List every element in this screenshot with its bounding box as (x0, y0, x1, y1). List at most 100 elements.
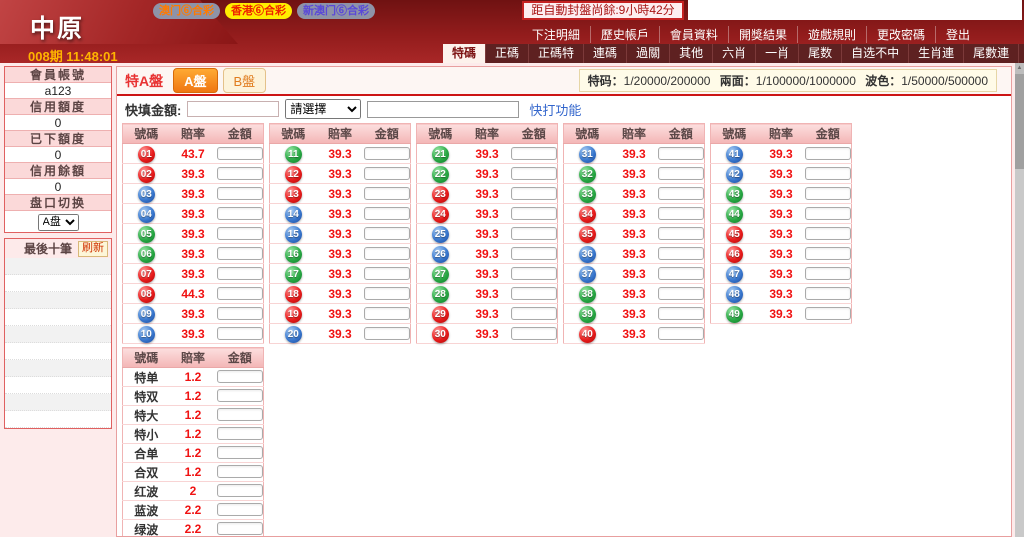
nav-link[interactable]: 登出 (936, 26, 980, 43)
game-tab[interactable]: 特碼 (443, 44, 487, 63)
scrollbar[interactable]: ▲ (1015, 63, 1024, 537)
lottery-ball-27: 27 (431, 266, 449, 283)
bet-amount-input[interactable] (657, 186, 704, 200)
lottery-badge[interactable]: 新澳门⑥合彩 (297, 3, 375, 19)
nav-link[interactable]: 開獎結果 (729, 26, 798, 43)
bet-amount-input[interactable] (216, 186, 263, 200)
bet-amount-input[interactable] (510, 206, 557, 220)
bet-amount-input[interactable] (363, 246, 410, 260)
bet-amount-input[interactable] (510, 246, 557, 260)
game-tab[interactable]: 六肖 (713, 44, 757, 63)
bet-amount-input[interactable] (216, 465, 263, 478)
bet-amount-input[interactable] (804, 286, 851, 300)
bet-amount-input[interactable] (363, 266, 410, 280)
bet-amount-input[interactable] (510, 226, 557, 240)
amount-cell (804, 243, 852, 264)
nav-link[interactable]: 遊戲規則 (798, 26, 867, 43)
bet-amount-input[interactable] (216, 166, 263, 180)
bet-amount-input[interactable] (216, 226, 263, 240)
game-tab[interactable]: 過關 (627, 44, 671, 63)
bet-amount-input[interactable] (216, 326, 263, 340)
game-tab[interactable]: 正碼特 (529, 44, 585, 63)
bet-amount-input[interactable] (510, 166, 557, 180)
bet-amount-input[interactable] (804, 266, 851, 280)
bet-amount-input[interactable] (363, 306, 410, 320)
bet-amount-input[interactable] (657, 326, 704, 340)
bet-amount-input[interactable] (657, 226, 704, 240)
bet-amount-input[interactable] (657, 286, 704, 300)
nav-link[interactable]: 下注明細 (522, 26, 591, 43)
game-tab[interactable]: 生肖連 (909, 44, 965, 63)
bet-amount-input[interactable] (216, 246, 263, 260)
bet-amount-input[interactable] (216, 408, 263, 421)
bet-amount-input[interactable] (510, 186, 557, 200)
bet-amount-input[interactable] (216, 306, 263, 320)
quick-select[interactable]: 請選擇 (285, 99, 362, 119)
bet-amount-input[interactable] (363, 146, 410, 160)
bet-amount-input[interactable] (804, 226, 851, 240)
bet-amount-input[interactable] (216, 522, 263, 535)
ball-cell: 40 (563, 323, 611, 344)
bet-amount-input[interactable] (216, 446, 263, 459)
bet-amount-input[interactable] (216, 370, 263, 383)
lottery-badge[interactable]: 澳门⑥合彩 (153, 3, 220, 19)
game-tab[interactable]: 尾數連 (964, 44, 1020, 63)
bet-amount-input[interactable] (216, 286, 263, 300)
quick-numbers-input[interactable] (367, 100, 520, 118)
recent-bet-row (5, 343, 111, 360)
bet-amount-input[interactable] (216, 503, 263, 516)
bet-amount-input[interactable] (657, 166, 704, 180)
bet-amount-input[interactable] (216, 146, 263, 160)
bet-amount-input[interactable] (216, 389, 263, 402)
panel-select[interactable]: A盘 (37, 213, 79, 231)
scroll-up-arrow-icon[interactable]: ▲ (1015, 63, 1024, 74)
quick-action-link[interactable]: 快打功能 (529, 100, 581, 119)
refresh-button[interactable]: 刷新 (78, 240, 108, 257)
bet-row: 02 39.3 (122, 163, 264, 184)
bet-amount-input[interactable] (804, 206, 851, 220)
game-tab[interactable]: 正碼 (486, 44, 530, 63)
bet-amount-input[interactable] (216, 484, 263, 497)
bet-amount-input[interactable] (363, 186, 410, 200)
game-tab[interactable]: 尾数 (799, 44, 843, 63)
quick-amount-input[interactable] (187, 101, 280, 117)
bet-amount-input[interactable] (804, 146, 851, 160)
bet-amount-input[interactable] (510, 146, 557, 160)
bet-amount-input[interactable] (657, 306, 704, 320)
bet-amount-input[interactable] (804, 306, 851, 320)
bet-amount-input[interactable] (804, 246, 851, 260)
bet-amount-input[interactable] (804, 166, 851, 180)
nav-link[interactable]: 更改密碼 (867, 26, 936, 43)
bet-amount-input[interactable] (510, 306, 557, 320)
game-tab[interactable]: 自选中一 (1019, 44, 1024, 63)
game-tab[interactable]: 一肖 (756, 44, 800, 63)
bet-amount-input[interactable] (363, 286, 410, 300)
nav-link[interactable]: 會員資料 (660, 26, 729, 43)
bet-amount-input[interactable] (363, 166, 410, 180)
game-tab[interactable]: 其他 (670, 44, 714, 63)
bet-amount-input[interactable] (657, 246, 704, 260)
bet-amount-input[interactable] (657, 266, 704, 280)
scroll-thumb[interactable] (1015, 74, 1024, 169)
lottery-badge[interactable]: 香港⑥合彩 (225, 3, 292, 19)
bet-amount-input[interactable] (216, 427, 263, 440)
game-tab[interactable]: 連碼 (584, 44, 628, 63)
nav-link[interactable]: 歷史帳戶 (591, 26, 660, 43)
bet-amount-input[interactable] (510, 326, 557, 340)
bet-amount-input[interactable] (363, 226, 410, 240)
bet-amount-input[interactable] (363, 206, 410, 220)
bet-amount-input[interactable] (510, 286, 557, 300)
bet-amount-input[interactable] (657, 146, 704, 160)
bet-amount-input[interactable] (216, 206, 263, 220)
game-tab[interactable]: 自选不中 (842, 44, 910, 63)
bet-amount-input[interactable] (510, 266, 557, 280)
bet-amount-input[interactable] (657, 206, 704, 220)
column-header: 號碼 (269, 123, 317, 144)
column-header: 賠率 (463, 123, 511, 144)
bet-name: 特小 (122, 424, 170, 444)
bet-amount-input[interactable] (363, 326, 410, 340)
bet-amount-input[interactable] (216, 266, 263, 280)
board-b-button[interactable]: B盤 (222, 68, 267, 93)
board-a-button[interactable]: A盤 (173, 68, 218, 93)
bet-amount-input[interactable] (804, 186, 851, 200)
